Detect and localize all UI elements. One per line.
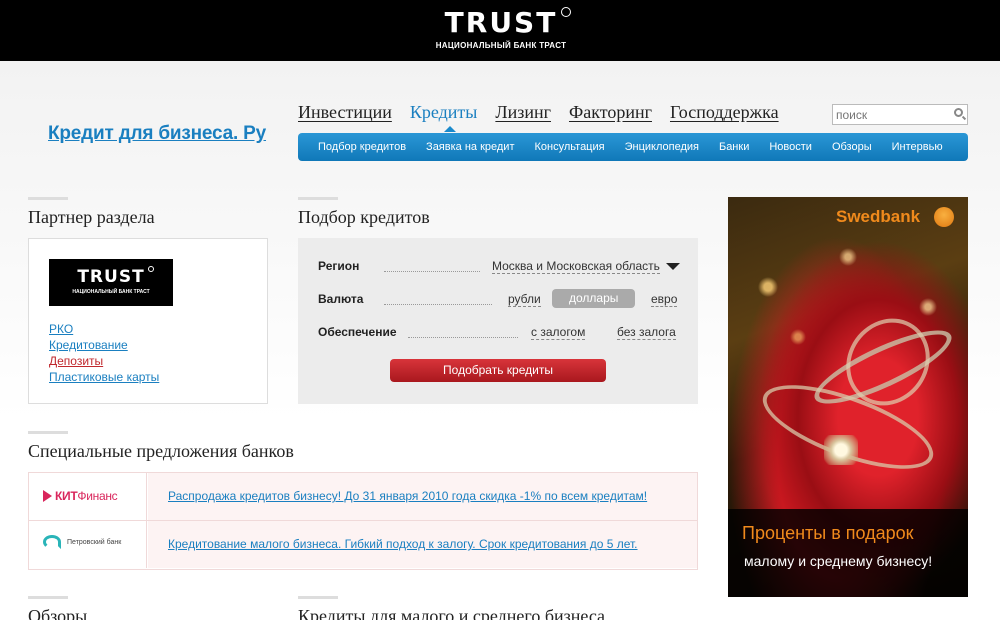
- nav-gov-support[interactable]: Господдержка: [670, 102, 779, 123]
- partner-links: РКО Кредитование Депозиты Пластиковые ка…: [49, 321, 159, 385]
- petrovsky-logo: Петровский банк: [43, 535, 121, 549]
- sme-credits-heading: Кредиты для малого и среднего бизнеса: [298, 606, 606, 620]
- search-input[interactable]: [833, 105, 945, 124]
- subnav-news[interactable]: Новости: [769, 141, 812, 153]
- top-bar: TRUST НАЦИОНАЛЬНЫЙ БАНК ТРАСТ: [0, 0, 1000, 61]
- partner-logo-subtitle: НАЦИОНАЛЬНЫЙ БАНК ТРАСТ: [72, 289, 150, 295]
- main-nav: Инвестиции Кредиты Лизинг Факторинг Госп…: [298, 102, 779, 123]
- partner-heading: Партнер раздела: [28, 207, 155, 227]
- currency-usd-option[interactable]: доллары: [552, 289, 636, 308]
- offer-link[interactable]: Кредитование малого бизнеса. Гибкий подх…: [168, 537, 638, 551]
- currency-eur-option[interactable]: евро: [651, 292, 678, 307]
- find-credits-button[interactable]: Подобрать кредиты: [390, 359, 606, 382]
- list-item: РКО: [49, 321, 159, 337]
- offer-bank-logo[interactable]: КИТФинанс: [29, 473, 147, 520]
- reviews-heading: Обзоры: [28, 606, 88, 620]
- section-divider: [298, 197, 338, 200]
- dotted-leader: [384, 271, 480, 272]
- collateral-with-option[interactable]: с залогом: [531, 325, 586, 340]
- region-label: Регион: [318, 259, 360, 273]
- logo-subtitle: НАЦИОНАЛЬНЫЙ БАНК ТРАСТ: [435, 41, 567, 50]
- petrovsky-mark-icon: [43, 535, 61, 549]
- partner-link-cards[interactable]: Пластиковые карты: [49, 370, 159, 384]
- dotted-leader: [408, 337, 518, 338]
- ad-subline: малому и среднему бизнесу!: [744, 553, 933, 569]
- section-divider: [28, 197, 68, 200]
- search-icon[interactable]: [954, 108, 963, 117]
- list-item: Кредитование: [49, 337, 159, 353]
- ornament-decoration: [824, 435, 858, 465]
- section-divider: [28, 596, 68, 599]
- partner-link-deposits[interactable]: Депозиты: [49, 354, 103, 368]
- subnav-consultation[interactable]: Консультация: [535, 141, 605, 153]
- offers-heading: Специальные предложения банков: [28, 441, 294, 461]
- subnav-banks[interactable]: Банки: [719, 141, 749, 153]
- nav-credits[interactable]: Кредиты: [410, 102, 478, 123]
- subnav-credit-selection[interactable]: Подбор кредитов: [318, 141, 406, 153]
- currency-row: Валюта рубли доллары евро: [318, 289, 678, 310]
- offer-link[interactable]: Распродажа кредитов бизнесу! До 31 январ…: [168, 489, 647, 503]
- kitfinance-name: КИТФинанс: [55, 489, 118, 503]
- partner-box: TRUST НАЦИОНАЛЬНЫЙ БАНК ТРАСТ РКО Кредит…: [28, 238, 268, 404]
- list-item: Депозиты: [49, 353, 159, 369]
- kitfinance-mark-icon: [43, 490, 52, 502]
- site-title-link[interactable]: Кредит для бизнеса. Ру: [48, 123, 266, 145]
- registered-mark-icon: [147, 266, 154, 272]
- credit-picker-form: Регион Москва и Московская область Валют…: [298, 238, 698, 404]
- region-row: Регион Москва и Московская область: [318, 257, 680, 277]
- sub-nav: Подбор кредитов Заявка на кредит Консуль…: [298, 133, 968, 161]
- collateral-without-option[interactable]: без залога: [617, 325, 676, 340]
- section-divider: [28, 431, 68, 434]
- petrovsky-name: Петровский банк: [67, 538, 122, 546]
- trust-logo[interactable]: TRUST НАЦИОНАЛЬНЫЙ БАНК ТРАСТ: [428, 7, 574, 50]
- offer-text-cell: Распродажа кредитов бизнесу! До 31 январ…: [148, 473, 697, 520]
- picker-heading: Подбор кредитов: [298, 207, 430, 227]
- list-item: Пластиковые карты: [49, 369, 159, 385]
- section-divider: [298, 596, 338, 599]
- dotted-leader: [384, 304, 492, 305]
- partner-logo-word: TRUST: [77, 266, 154, 286]
- logo-word: TRUST: [445, 7, 572, 38]
- collateral-row: Обеспечение с залогом без залога: [318, 323, 678, 343]
- subnav-encyclopedia[interactable]: Энциклопедия: [625, 141, 699, 153]
- subnav-reviews[interactable]: Обзоры: [832, 141, 872, 153]
- table-row: Петровский банк Кредитование малого бизн…: [29, 521, 697, 569]
- nav-investments[interactable]: Инвестиции: [298, 102, 392, 123]
- search-box: [832, 104, 968, 125]
- offer-text-cell: Кредитование малого бизнеса. Гибкий подх…: [148, 521, 697, 568]
- ad-brand-name: Swedbank: [836, 207, 921, 226]
- active-nav-caret-icon: [444, 126, 456, 132]
- nav-factoring[interactable]: Факторинг: [569, 102, 652, 123]
- offer-bank-logo[interactable]: Петровский банк: [29, 521, 147, 568]
- ad-headline: Проценты в подарок: [742, 523, 914, 543]
- kitfinance-logo: КИТФинанс: [43, 489, 118, 503]
- subnav-credit-application[interactable]: Заявка на кредит: [426, 141, 514, 153]
- collateral-label: Обеспечение: [318, 325, 397, 339]
- ad-caption: Проценты в подарок малому и среднему биз…: [728, 509, 968, 597]
- currency-label: Валюта: [318, 292, 364, 306]
- subnav-interviews[interactable]: Интервью: [892, 141, 943, 153]
- nav-leasing[interactable]: Лизинг: [495, 102, 551, 123]
- table-row: КИТФинанс Распродажа кредитов бизнесу! Д…: [29, 473, 697, 521]
- dropdown-arrow-icon[interactable]: [666, 263, 680, 270]
- currency-rub-option[interactable]: рубли: [508, 292, 541, 307]
- registered-mark-icon: [561, 7, 572, 17]
- swedbank-oak-icon: [934, 207, 954, 227]
- partner-link-crediting[interactable]: Кредитование: [49, 338, 128, 352]
- swedbank-ad-banner[interactable]: Swedbank Проценты в подарок малому и сре…: [728, 197, 968, 597]
- partner-trust-logo[interactable]: TRUST НАЦИОНАЛЬНЫЙ БАНК ТРАСТ: [49, 259, 173, 306]
- partner-link-rko[interactable]: РКО: [49, 322, 73, 336]
- offers-table: КИТФинанс Распродажа кредитов бизнесу! Д…: [28, 472, 698, 570]
- region-select[interactable]: Москва и Московская область: [492, 259, 660, 274]
